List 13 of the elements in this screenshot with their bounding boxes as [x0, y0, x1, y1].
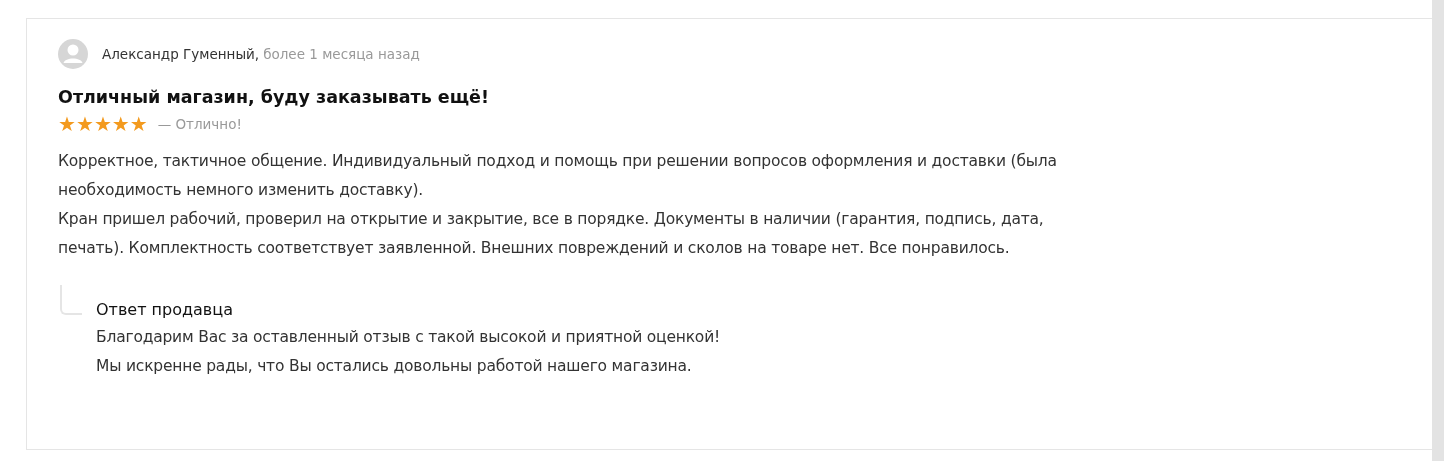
star-rating: ★★★★★	[58, 113, 148, 135]
reply-connector	[60, 285, 82, 315]
review-title: Отличный магазин, буду заказывать ещё!	[58, 87, 490, 107]
avatar-icon	[58, 39, 88, 69]
author-name: Александр Гуменный,	[102, 46, 260, 62]
review-time: более 1 месяца назад	[263, 46, 420, 62]
rating-label: — Отлично!	[157, 116, 242, 132]
review-text: Кран пришел рабочий, проверил на открытие и закрытие, все в порядке. Документы в наличии (гарантия, подпись, дата, печать). Комплектность соответствует заявленной. Внешних повреждений и сколов на товаре нет. Все понравилось.	[58, 209, 1045, 259]
reply-text: Мы искренне рады, что Вы остались довольны работой нашего магазина.	[96, 356, 693, 377]
scrollbar[interactable]	[1432, 0, 1444, 461]
review-text: Корректное, тактичное общение. Индивидуальный подход и помощь при решении вопросов оформления и доставки (была необходимость немного изменить доставку).	[58, 151, 1058, 201]
reply-text: Благодарим Вас за оставленный отзыв с такой высокой и приятной оценкой!	[96, 327, 721, 348]
reply-title: Ответ продавца	[96, 299, 234, 321]
